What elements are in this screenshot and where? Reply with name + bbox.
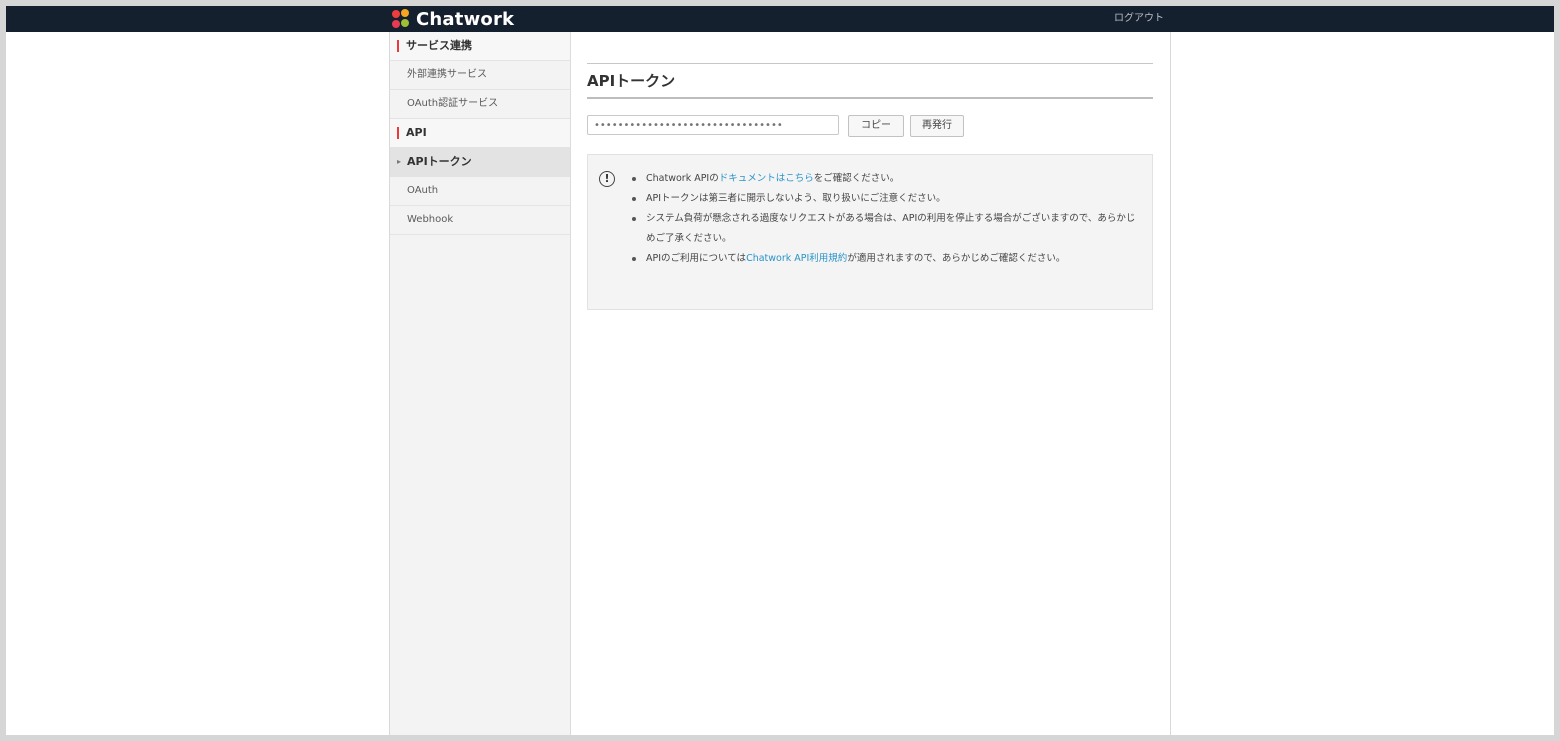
chatwork-logo-icon [390,8,412,30]
notice-item: APIのご利用についてはChatwork API利用規約が適用されますので、あら… [626,249,1136,269]
sidebar-item-external-services[interactable]: 外部連携サービス [390,61,570,90]
sidebar-item-label: APIトークン [407,155,472,168]
notice-item: システム負荷が懸念される過度なリクエストがある場合は、APIの利用を停止する場合… [626,209,1136,249]
reissue-button[interactable]: 再発行 [910,115,964,137]
sidebar-item-api-token[interactable]: ▸ APIトークン [390,148,570,177]
sidebar-heading-service: サービス連携 [390,32,570,61]
notice-list: Chatwork APIのドキュメントはこちらをご確認ください。 APIトークン… [626,169,1136,269]
sidebar-item-oauth[interactable]: OAuth [390,177,570,206]
notice-box: ! Chatwork APIのドキュメントはこちらをご確認ください。 APIトー… [587,154,1153,310]
sidebar-heading-api: API [390,119,570,148]
top-bar: Chatwork ログアウト [6,6,1554,32]
sidebar-item-webhook[interactable]: Webhook [390,206,570,235]
title-underline [587,97,1153,99]
notice-item: Chatwork APIのドキュメントはこちらをご確認ください。 [626,169,1136,189]
sidebar: サービス連携 外部連携サービス OAuth認証サービス API ▸ APIトーク… [390,32,571,735]
copy-button[interactable]: コピー [848,115,904,137]
divider [587,63,1153,64]
api-terms-link[interactable]: Chatwork API利用規約 [746,253,847,264]
exclamation-icon: ! [599,171,615,187]
sidebar-item-oauth-auth-services[interactable]: OAuth認証サービス [390,90,570,119]
page-title: APIトークン [587,72,676,90]
api-token-field[interactable] [587,115,839,135]
notice-item: APIトークンは第三者に開示しないよう、取り扱いにご注意ください。 [626,189,1136,209]
logout-link[interactable]: ログアウト [1114,6,1164,32]
app-window: Chatwork ログアウト サービス連携 外部連携サービス OAuth認証サー… [6,6,1554,735]
page-container: サービス連携 外部連携サービス OAuth認証サービス API ▸ APIトーク… [389,32,1171,735]
chatwork-logo[interactable]: Chatwork [390,6,514,32]
documentation-link[interactable]: ドキュメントはこちら [719,173,814,184]
caret-right-icon: ▸ [397,157,402,166]
brand-name: Chatwork [416,8,515,30]
